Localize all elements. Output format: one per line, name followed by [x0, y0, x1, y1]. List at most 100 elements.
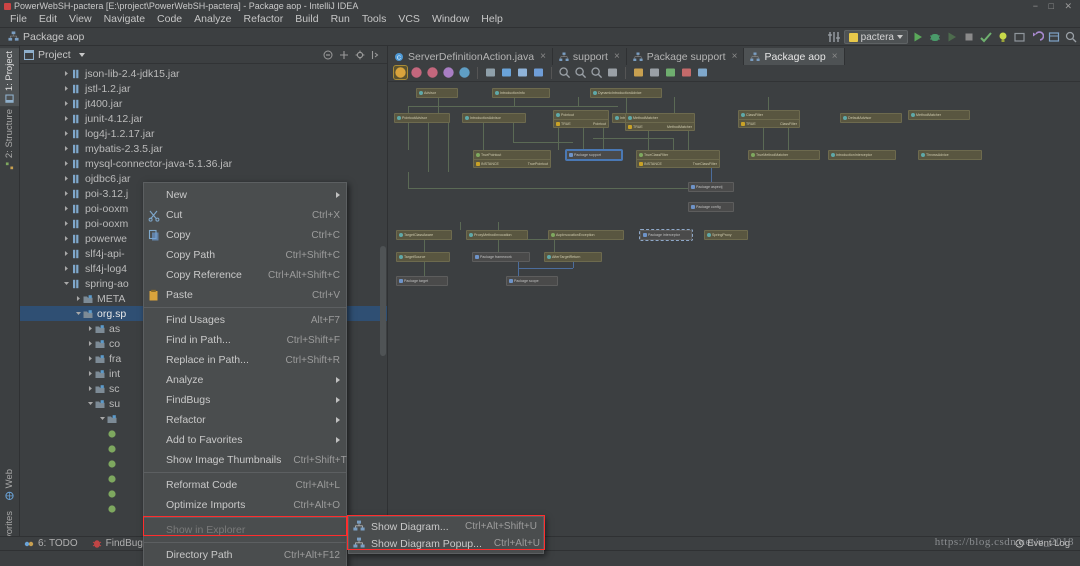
inspect-icon[interactable] — [979, 30, 993, 44]
chevron-down-icon[interactable] — [62, 279, 71, 288]
open-icon[interactable] — [1013, 30, 1027, 44]
vcs-update-icon[interactable] — [827, 30, 841, 44]
uml-node[interactable]: Advisor — [416, 88, 458, 98]
chevron-down-icon[interactable] — [78, 52, 85, 57]
run-coverage-icon[interactable] — [945, 30, 959, 44]
chevron-right-icon[interactable] — [62, 129, 71, 138]
menu-tools[interactable]: Tools — [356, 12, 393, 27]
close-icon[interactable]: × — [832, 51, 838, 62]
context-menu-item[interactable]: Directory Path Ctrl+Alt+F12 — [144, 545, 346, 565]
uml-node[interactable]: IntroductionInfo — [492, 88, 550, 98]
uml-node[interactable]: MethodMatcher — [908, 110, 970, 120]
uml-node[interactable]: TargetSource — [396, 252, 450, 262]
menu-code[interactable]: Code — [151, 12, 188, 27]
uml-node[interactable]: Package interceptor — [639, 229, 693, 241]
context-menu-item[interactable]: Refactor — [144, 410, 346, 430]
context-menu-item[interactable]: Paste Ctrl+V — [144, 285, 346, 305]
event-log-button[interactable]: Event Log — [1015, 538, 1070, 549]
menu-help[interactable]: Help — [475, 12, 509, 27]
chevron-right-icon[interactable] — [62, 219, 71, 228]
uml-node[interactable]: SpringProxy — [704, 230, 748, 240]
zoom-in-icon[interactable] — [558, 66, 571, 79]
chevron-right-icon[interactable] — [62, 114, 71, 123]
uml-node[interactable]: Package config — [688, 202, 734, 212]
sidebar-item-web[interactable]: Web — [0, 466, 19, 503]
chevron-right-icon[interactable] — [62, 204, 71, 213]
actual-size-icon[interactable] — [590, 66, 603, 79]
export-icon[interactable] — [648, 66, 661, 79]
search-everywhere-icon[interactable] — [1064, 30, 1078, 44]
menu-build[interactable]: Build — [289, 12, 324, 27]
sidebar-item-structure[interactable]: 2: Structure — [0, 106, 19, 173]
uml-node[interactable]: AfterTargetReturn — [544, 252, 602, 262]
methods-icon[interactable] — [426, 66, 439, 79]
context-menu-item[interactable]: Reformat Code Ctrl+Alt+L — [144, 475, 346, 495]
chevron-right-icon[interactable] — [62, 84, 71, 93]
uml-node[interactable]: DefaultAdvisor — [840, 113, 902, 123]
zoom-out-icon[interactable] — [574, 66, 587, 79]
category-icon[interactable] — [516, 66, 529, 79]
uml-node[interactable]: ProxyMethodInvocation — [466, 230, 528, 240]
sidebar-item-project[interactable]: 1: Project — [0, 48, 19, 107]
uml-node[interactable]: DynamicIntroductionAdvice — [590, 88, 662, 98]
uml-node[interactable]: ThrowsAdvice — [918, 150, 982, 160]
chevron-right-icon[interactable] — [86, 339, 95, 348]
chevron-right-icon[interactable] — [86, 324, 95, 333]
uml-node[interactable]: AopInvocationException — [548, 230, 624, 240]
delete-icon[interactable] — [680, 66, 693, 79]
editor-tab[interactable]: Package support × — [627, 48, 745, 65]
uml-node[interactable]: ClassFilter TRUE ClassFilter — [738, 110, 800, 128]
chevron-right-icon[interactable] — [62, 69, 71, 78]
context-menu-item[interactable]: FindBugs — [144, 390, 346, 410]
chevron-right-icon[interactable] — [62, 174, 71, 183]
context-menu-item[interactable]: Cut Ctrl+X — [144, 205, 346, 225]
menu-run[interactable]: Run — [325, 12, 356, 27]
stop-icon[interactable] — [962, 30, 976, 44]
tree-row[interactable]: json-lib-2.4-jdk15.jar — [20, 66, 387, 81]
chevron-down-icon[interactable] — [74, 309, 83, 318]
properties-icon[interactable] — [442, 66, 455, 79]
context-menu-item[interactable]: Copy Path Ctrl+Shift+C — [144, 245, 346, 265]
uml-node[interactable]: IntroductionAdvisor — [462, 113, 526, 123]
tree-row[interactable]: mybatis-2.3.5.jar — [20, 141, 387, 156]
target-icon[interactable] — [339, 50, 349, 60]
uml-node[interactable]: Package scope — [506, 276, 558, 286]
tree-row[interactable]: mysql-connector-java-5.1.36.jar — [20, 156, 387, 171]
inner-classes-icon[interactable] — [458, 66, 471, 79]
undo-icon[interactable] — [1030, 30, 1044, 44]
chevron-right-icon[interactable] — [62, 234, 71, 243]
uml-node[interactable]: PointcutAdvisor — [394, 113, 450, 123]
window-controls[interactable]: − □ ✕ — [1033, 0, 1076, 12]
uml-diagram-canvas[interactable]: Advisor IntroductionInfo DynamicIntroducti… — [388, 82, 1080, 536]
menu-navigate[interactable]: Navigate — [98, 12, 151, 27]
breadcrumb[interactable]: Package aop — [0, 31, 84, 43]
run-configuration-selector[interactable]: pactera — [843, 30, 908, 44]
menu-view[interactable]: View — [63, 12, 98, 27]
uml-node[interactable]: IntroductionInterceptor — [828, 150, 896, 160]
chevron-right-icon[interactable] — [74, 294, 83, 303]
chevron-right-icon[interactable] — [62, 159, 71, 168]
context-menu-item[interactable]: Add to Favorites — [144, 430, 346, 450]
uml-node[interactable]: Package support — [566, 150, 622, 160]
submenu-item[interactable]: Show Diagram Popup... Ctrl+Alt+U — [349, 535, 543, 552]
close-icon[interactable]: × — [614, 51, 620, 62]
constructors-icon[interactable] — [410, 66, 423, 79]
uml-node[interactable]: TargetClassAware — [396, 230, 452, 240]
chevron-right-icon[interactable] — [62, 249, 71, 258]
chevron-down-icon[interactable] — [86, 399, 95, 408]
context-menu[interactable]: New Cut Ctrl+X Copy Ctrl+C Copy Path Ctrl+Shif… — [143, 182, 347, 566]
edit-icon[interactable] — [532, 66, 545, 79]
context-menu-item[interactable]: Analyze — [144, 370, 346, 390]
collapse-all-icon[interactable] — [323, 50, 333, 60]
submenu-item[interactable]: Show Diagram... Ctrl+Alt+Shift+U — [349, 518, 543, 535]
uml-node[interactable]: Pointcut TRUE Pointcut — [553, 110, 609, 128]
menu-window[interactable]: Window — [426, 12, 475, 27]
visibility-icon[interactable] — [484, 66, 497, 79]
fit-content-icon[interactable] — [606, 66, 619, 79]
diagrams-submenu[interactable]: Show Diagram... Ctrl+Alt+Shift+U Show Diag… — [348, 516, 544, 554]
fields-icon[interactable] — [393, 65, 408, 80]
editor-tab[interactable]: C ServerDefinitionAction.java × — [388, 48, 553, 65]
chevron-right-icon[interactable] — [62, 99, 71, 108]
uml-node[interactable]: TrueClassFilter INSTANCE TrueClassFilter — [636, 150, 720, 168]
context-menu-item[interactable]: Find in Path... Ctrl+Shift+F — [144, 330, 346, 350]
